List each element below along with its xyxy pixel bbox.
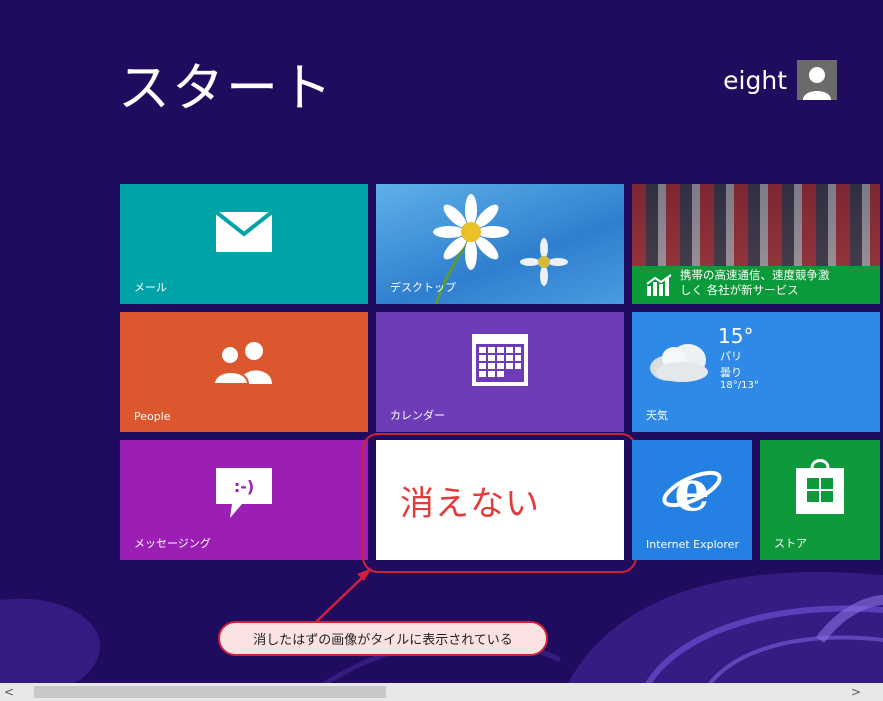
message-glyph: :-) [234, 477, 254, 496]
tile-messaging[interactable]: :-) メッセージング [120, 440, 368, 560]
tile-mail[interactable]: メール [120, 184, 368, 304]
tile-weather[interactable]: 15° パリ 曇り 18°/13° 天気 [632, 312, 880, 432]
calendar-icon [472, 334, 528, 386]
weather-condition: 曇り [720, 366, 742, 379]
tile-label: メッセージング [134, 537, 211, 550]
page-title: スタート [118, 59, 335, 119]
tile-desktop[interactable]: デスクトップ [376, 184, 624, 304]
ie-icon: e [662, 460, 722, 518]
scrollbar-corner [865, 683, 883, 701]
user-icon [803, 67, 831, 100]
message-icon: :-) [216, 468, 272, 518]
tile-internet-explorer[interactable]: e Internet Explorer [632, 440, 752, 560]
weather-range: 18°/13° [720, 380, 759, 391]
tile-people[interactable]: People [120, 312, 368, 432]
tile-label: People [134, 410, 171, 423]
news-headline-line1: 携帯の高速通信、速度競争激 [680, 268, 830, 282]
weather-city: パリ [720, 350, 742, 363]
tile-news[interactable]: 携帯の高速通信、速度競争激 しく 各社が新サービス [632, 184, 880, 304]
mail-icon [216, 212, 272, 252]
chart-icon [646, 274, 672, 296]
store-icon [796, 459, 844, 514]
weather-temperature: 15° [718, 324, 754, 348]
tile-label: デスクトップ [390, 281, 456, 294]
user-account[interactable]: eight [723, 60, 837, 100]
ghost-text: 消えない [400, 484, 540, 524]
tile-label: ストア [774, 537, 807, 550]
tile-label: Internet Explorer [646, 538, 739, 551]
tile-label: 天気 [646, 409, 668, 422]
people-icon [212, 342, 272, 384]
news-headline-line2: しく 各社が新サービス [680, 283, 799, 297]
news-photo [632, 184, 880, 266]
tile-ghost-image[interactable]: 消えない [376, 440, 624, 560]
tile-label: カレンダー [390, 409, 445, 422]
avatar[interactable] [797, 60, 837, 100]
tile-label: メール [134, 281, 167, 294]
scroll-left-button[interactable]: < [0, 683, 18, 701]
scrollbar-thumb[interactable] [34, 686, 386, 698]
scroll-right-button[interactable]: > [847, 683, 865, 701]
svg-text:e: e [674, 460, 710, 518]
tile-calendar[interactable]: カレンダー [376, 312, 624, 432]
tile-store[interactable]: ストア [760, 440, 880, 560]
annotation-callout: 消したはずの画像がタイルに表示されている [218, 621, 548, 656]
news-headline: 携帯の高速通信、速度競争激 しく 各社が新サービス [680, 268, 830, 298]
user-name: eight [723, 65, 787, 95]
cloud-icon [650, 344, 708, 382]
horizontal-scrollbar[interactable]: < > [0, 683, 883, 701]
